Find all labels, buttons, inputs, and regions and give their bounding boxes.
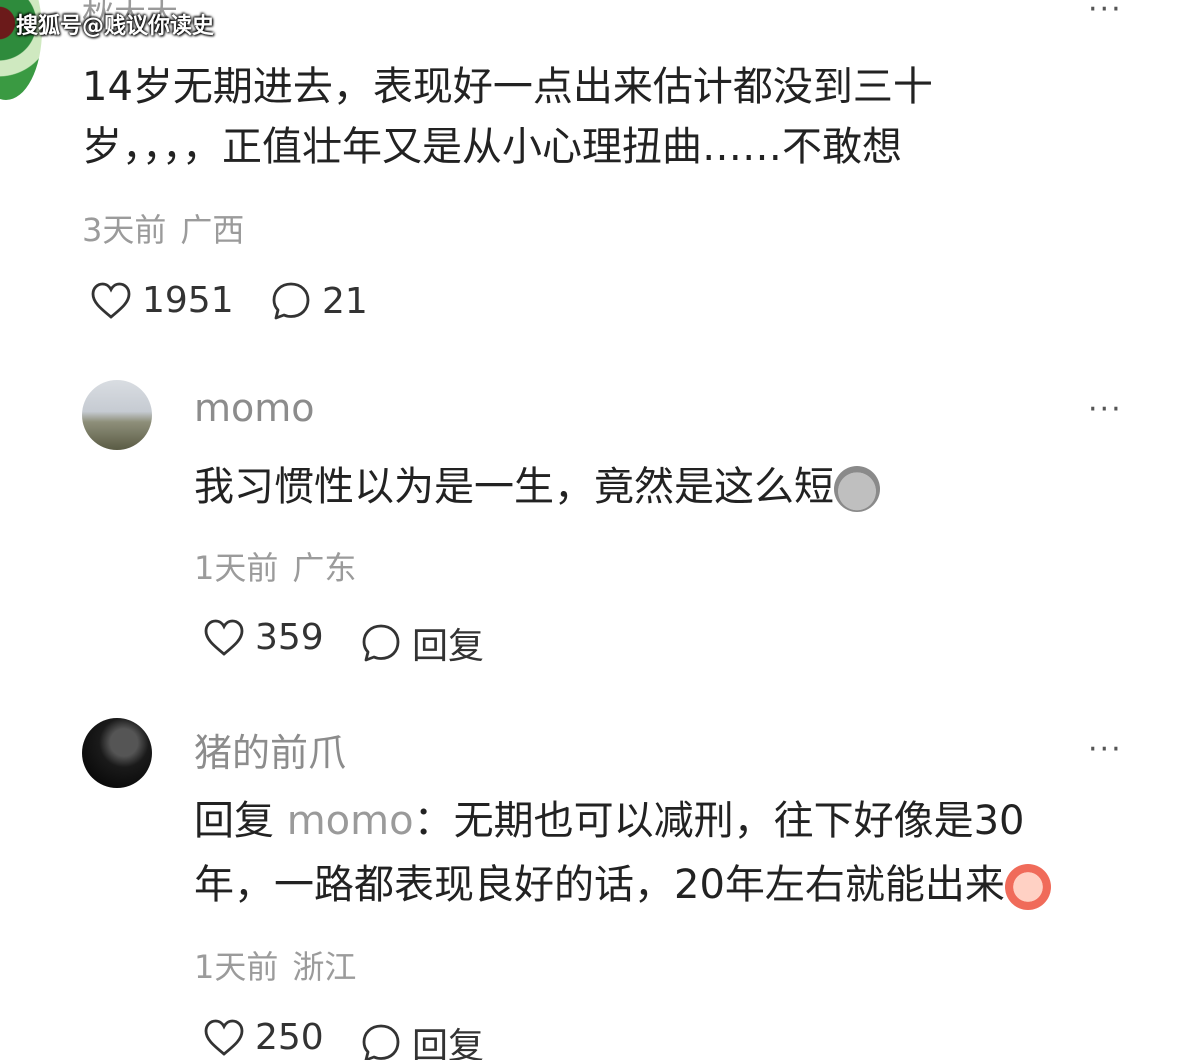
reply-prefix: 回复: [194, 798, 274, 844]
like-button[interactable]: 1951: [90, 280, 234, 321]
heart-icon: [204, 619, 244, 656]
reply-label: 回复: [412, 1026, 485, 1060]
comment-text-line: 岁，，，，正值壮年又是从小心理扭曲……不敢想: [82, 124, 902, 170]
like-button[interactable]: 359: [203, 617, 324, 658]
reply-button[interactable]: 回复: [360, 1017, 484, 1060]
avatar[interactable]: [82, 718, 152, 788]
watermark: 搜狐号@贱议你读史: [16, 14, 215, 39]
comment-text: 我习惯性以为是一生，竟然是这么短: [194, 458, 880, 516]
reply-count: 21: [322, 280, 368, 322]
comment-text-content: 我习惯性以为是一生，竟然是这么短: [194, 464, 834, 510]
comment-bubble-icon: [272, 282, 310, 320]
like-count: 250: [255, 1017, 324, 1058]
comment-text-content: 年，一路都表现良好的话，20年左右就能出来: [194, 862, 1005, 908]
username[interactable]: 猪的前爪: [194, 722, 346, 777]
comment-location: 浙江: [292, 948, 357, 986]
comment-time: 1天前: [194, 549, 279, 587]
comment-time: 3天前: [82, 211, 167, 249]
comment-text-line: 回复 momo：无期也可以减刑，往下好像是30: [194, 792, 1025, 850]
comment-meta: 3天前 广西: [82, 205, 244, 251]
comment-text-line: 14岁无期进去，表现好一点出来估计都没到三十: [82, 64, 933, 110]
laughing-crying-emoji: [1004, 864, 1051, 910]
comment-bubble-icon: [362, 1024, 400, 1060]
more-options-icon[interactable]: ···: [1088, 395, 1123, 425]
comment-text-content: ：无期也可以减刑，往下好像是30: [413, 798, 1025, 844]
more-options-icon[interactable]: ···: [1088, 735, 1123, 765]
like-button[interactable]: 250: [203, 1017, 324, 1058]
comment-text-line: 年，一路都表现良好的话，20年左右就能出来: [194, 856, 1051, 914]
heart-icon: [91, 282, 131, 319]
comment-time: 1天前: [194, 948, 279, 986]
reply-count-button[interactable]: 21: [270, 280, 368, 322]
username[interactable]: momo: [194, 386, 315, 430]
like-count: 1951: [142, 280, 234, 321]
comment-location: 广东: [292, 549, 357, 587]
heart-icon: [204, 1019, 244, 1056]
comment-bubble-icon: [362, 624, 400, 662]
more-options-icon[interactable]: ···: [1088, 0, 1123, 25]
comment-location: 广西: [180, 211, 245, 249]
avatar[interactable]: [82, 380, 152, 450]
reply-button[interactable]: 回复: [360, 617, 484, 669]
reply-to-username[interactable]: momo: [287, 798, 414, 844]
comment-meta: 1天前 广东: [194, 543, 356, 589]
like-count: 359: [255, 617, 324, 658]
comment-meta: 1天前 浙江: [194, 942, 356, 988]
reply-label: 回复: [412, 626, 485, 667]
sad-face-emoji: [834, 466, 880, 512]
